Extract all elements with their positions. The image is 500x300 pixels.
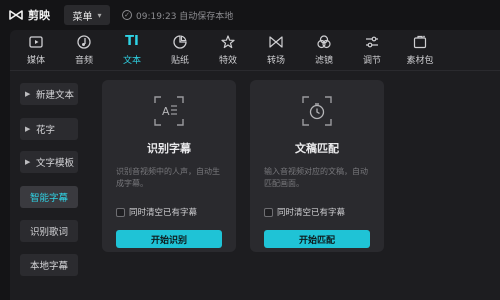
clear-captions-checkbox[interactable]: 同时清空已有字幕: [116, 206, 197, 218]
sidebar-item-new-text[interactable]: ▶ 新建文本: [20, 83, 78, 105]
filter-icon: [317, 35, 331, 49]
caption-recognition-icon: A: [154, 96, 184, 126]
caret-right-icon: ▶: [25, 125, 31, 133]
tab-audio[interactable]: 音频: [60, 31, 108, 69]
transition-icon: [269, 36, 283, 48]
tab-label: 调节: [362, 56, 381, 66]
tab-filter[interactable]: 滤镜: [300, 31, 348, 69]
menu-button-label: 菜单: [72, 11, 93, 23]
adjust-icon: [366, 36, 378, 48]
checkbox-label: 同时清空已有字幕: [277, 208, 346, 218]
sidebar-item-local-captions[interactable]: 本地字幕: [20, 254, 78, 276]
svg-text:A: A: [162, 105, 170, 118]
card-title: 识别字幕: [147, 142, 191, 155]
save-status: ✓ 09:19:23 自动保存本地: [122, 9, 233, 22]
tab-material-pack[interactable]: 素材包: [396, 31, 444, 69]
tab-text[interactable]: TI 文本: [108, 31, 156, 69]
card-recognize-captions: A 识别字幕 识别音视频中的人声，自动生成字幕。 同时清空已有字幕 开始识别: [102, 80, 236, 252]
tab-sticker[interactable]: 贴纸: [156, 31, 204, 69]
tab-label: 音频: [74, 56, 93, 66]
menu-button[interactable]: 菜单 ▾: [64, 5, 110, 25]
sidebar-item-label: 本地字幕: [29, 261, 68, 272]
caret-right-icon: ▶: [25, 158, 31, 166]
sidebar-item-label: 智能字幕: [29, 193, 68, 204]
material-pack-icon: [413, 35, 427, 49]
checkbox-label: 同时清空已有字幕: [129, 208, 198, 218]
main-toolbar: 媒体 音频 TI 文本 贴纸 特效 转场 滤镜 调节 素材包: [12, 31, 500, 69]
chevron-down-icon: ▾: [97, 10, 102, 20]
left-edge: [0, 30, 10, 300]
title-bar: 剪映 菜单 ▾ ✓ 09:19:23 自动保存本地: [0, 0, 500, 30]
caret-right-icon: ▶: [25, 90, 31, 98]
audio-icon: [77, 35, 91, 49]
check-circle-icon: ✓: [122, 10, 132, 20]
card-title: 文稿匹配: [295, 142, 339, 155]
checkbox-box[interactable]: [116, 207, 125, 217]
start-recognition-button[interactable]: 开始识别: [116, 230, 222, 248]
tab-adjust[interactable]: 调节: [348, 31, 396, 69]
tab-transition[interactable]: 转场: [252, 31, 300, 69]
media-icon: [29, 36, 43, 48]
card-description: 输入音视频对应的文稿，自动匹配画面。: [264, 167, 368, 188]
tab-effects[interactable]: 特效: [204, 31, 252, 69]
text-icon: TI: [125, 34, 139, 49]
tab-label: 素材包: [406, 56, 434, 66]
toolbar-divider: [10, 70, 500, 71]
sidebar-item-label: 文字模板: [36, 158, 75, 169]
capcut-logo-icon: [9, 10, 23, 20]
sidebar-item-text-template[interactable]: ▶ 文字模板: [20, 151, 78, 173]
script-match-icon: [302, 96, 332, 126]
checkbox-box[interactable]: [264, 207, 273, 217]
effects-icon: [221, 35, 235, 49]
tab-label: 文本: [122, 56, 141, 66]
save-status-text: 09:19:23 自动保存本地: [136, 11, 234, 22]
sidebar-item-smart-captions[interactable]: 智能字幕: [20, 186, 78, 208]
tab-label: 滤镜: [314, 56, 333, 66]
brand: 剪映: [8, 7, 50, 23]
sidebar-item-fancy-text[interactable]: ▶ 花字: [20, 118, 78, 140]
sidebar-item-lyrics[interactable]: 识别歌词: [20, 220, 78, 242]
tab-label: 贴纸: [170, 56, 189, 66]
sidebar-item-label: 识别歌词: [29, 227, 68, 238]
start-match-button[interactable]: 开始匹配: [264, 230, 370, 248]
app-window: 剪映 菜单 ▾ ✓ 09:19:23 自动保存本地 媒体 音频 TI 文本 贴纸…: [0, 0, 500, 300]
tab-label: 媒体: [26, 56, 45, 66]
sidebar-item-label: 花字: [36, 125, 56, 136]
tab-media[interactable]: 媒体: [12, 31, 60, 69]
app-name: 剪映: [28, 9, 50, 22]
sidebar-item-label: 新建文本: [36, 90, 75, 101]
card-description: 识别音视频中的人声，自动生成字幕。: [116, 167, 220, 188]
tab-label: 转场: [266, 56, 285, 66]
card-script-match: 文稿匹配 输入音视频对应的文稿，自动匹配画面。 同时清空已有字幕 开始匹配: [250, 80, 384, 252]
sticker-icon: [173, 35, 187, 49]
clear-captions-checkbox[interactable]: 同时清空已有字幕: [264, 206, 345, 218]
tab-label: 特效: [218, 56, 237, 66]
